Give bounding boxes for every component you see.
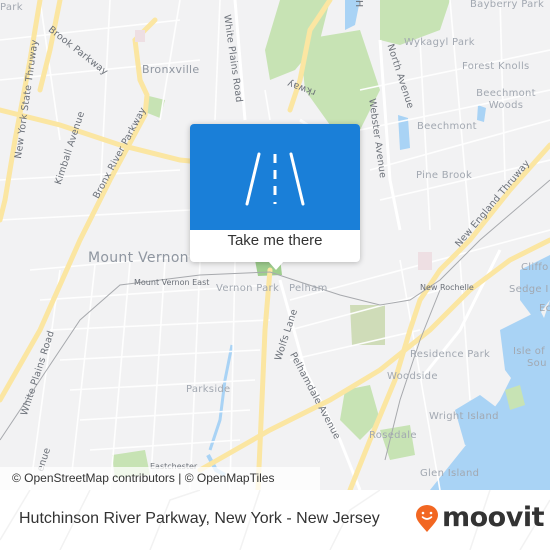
map-label-rosedale: Rosedale xyxy=(369,430,417,441)
popup-pointer xyxy=(268,261,284,270)
road-icon xyxy=(245,152,305,206)
map-label-mount-vernon: Mount Vernon xyxy=(88,250,189,266)
map-attribution[interactable]: © OpenStreetMap contributors | © OpenMap… xyxy=(0,467,320,490)
map-label-parkside: Parkside xyxy=(186,384,231,395)
map-label-pelham: Pelham xyxy=(289,283,328,294)
map-label-sedge-island: Sedge I xyxy=(509,284,549,295)
map-label-new-rochelle: New Rochelle xyxy=(420,283,474,292)
map-label-vernon-park: Vernon Park xyxy=(216,283,280,294)
map-label-bayberry-park: Bayberry Park xyxy=(470,0,545,10)
map-label-h: H xyxy=(353,0,364,8)
moovit-wordmark: moovit xyxy=(442,502,545,533)
map-label-pine-brook: Pine Brook xyxy=(416,170,473,181)
map-label-wykagyl-park: Wykagyl Park xyxy=(404,37,475,48)
moovit-pin-icon xyxy=(416,505,438,532)
map-label-woodside: Woodside xyxy=(387,371,438,382)
map-label-beechmont-woods: Beechmont Woods xyxy=(476,88,536,112)
popup-banner[interactable] xyxy=(190,124,360,230)
map-label-beechmont: Beechmont xyxy=(417,121,477,132)
map-label-echo: Ec xyxy=(539,303,550,314)
map-label-bronxville: Bronxville xyxy=(142,63,200,76)
map-label-south: Sou xyxy=(527,358,547,369)
map-label-residence-park: Residence Park xyxy=(410,349,491,360)
map-label-wright-island: Wright Island xyxy=(429,411,499,422)
take-me-there-button[interactable]: Take me there xyxy=(190,232,360,249)
map-label-clifford: Cliffo xyxy=(521,262,549,273)
footer: Hutchinson River Parkway, New York - New… xyxy=(0,490,550,550)
map-label-forest-knolls: Forest Knolls xyxy=(462,61,530,72)
map-label-park: Park xyxy=(0,2,23,13)
map[interactable]: Park Brook Parkway Bronxville White Plai… xyxy=(0,0,550,490)
map-label-isle-of: Isle of xyxy=(513,346,546,357)
route-title: Hutchinson River Parkway, New York - New… xyxy=(19,510,380,527)
route-popup[interactable]: Take me there xyxy=(190,124,360,270)
map-label-mount-vernon-east: Mount Vernon East xyxy=(134,278,210,287)
map-label-glen-island: Glen Island xyxy=(420,468,480,479)
moovit-logo[interactable]: moovit xyxy=(416,502,545,538)
map-label-beechmont-woods-text: Beechmont Woods xyxy=(476,88,536,111)
